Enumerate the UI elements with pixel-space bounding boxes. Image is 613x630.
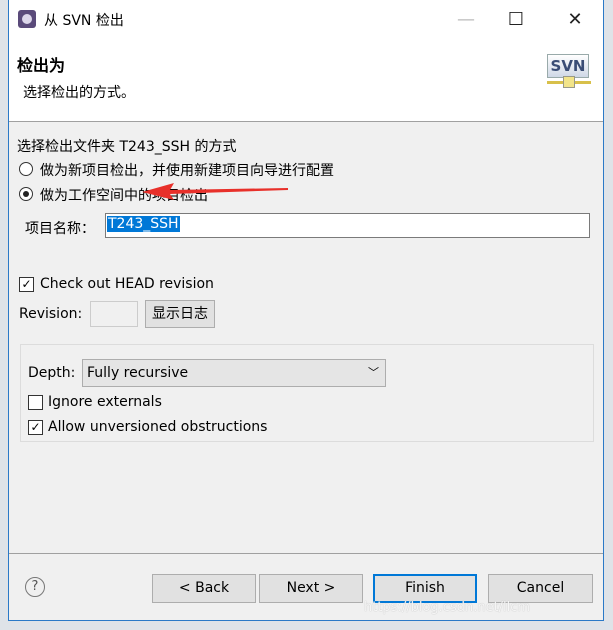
depth-select[interactable]: Fully recursive ﹀ [82, 359, 386, 387]
depth-value: Fully recursive [87, 365, 189, 381]
checkout-head-checkbox[interactable]: ✓ [19, 277, 34, 292]
project-name-label: 项目名称： [25, 221, 95, 237]
finish-button[interactable]: Finish [373, 574, 477, 603]
footer-divider [9, 553, 603, 554]
wizard-header: 检出为 选择检出的方式。 SVN [9, 40, 603, 122]
eclipse-app-icon [18, 10, 36, 28]
project-name-input[interactable]: T243_SSH [105, 213, 590, 238]
title-bar: 从 SVN 检出 — ☐ ✕ [9, 0, 603, 40]
depth-label: Depth: [28, 365, 76, 381]
checkout-prompt: 选择检出文件夹 T243_SSH 的方式 [17, 139, 237, 155]
minimize-button[interactable]: — [446, 6, 486, 34]
radio-new-project-label[interactable]: 做为新项目检出，并使用新建项目向导进行配置 [40, 160, 334, 180]
page-description: 选择检出的方式。 [23, 85, 135, 101]
red-arrow-annotation [142, 183, 288, 200]
radio-new-project[interactable] [19, 162, 33, 176]
arrow-shape [142, 183, 288, 200]
project-name-value: T243_SSH [107, 216, 180, 232]
ignore-externals-label[interactable]: Ignore externals [48, 394, 162, 410]
next-button[interactable]: Next > [259, 574, 363, 603]
revision-input[interactable] [90, 301, 138, 327]
watermark: https://blog.csdn.net/llcm [364, 600, 531, 615]
window-title: 从 SVN 检出 [44, 13, 124, 29]
maximize-button[interactable]: ☐ [496, 6, 536, 34]
svn-logo-knob [563, 76, 575, 88]
show-log-button[interactable]: 显示日志 [145, 300, 215, 328]
svn-logo-icon: SVN [547, 54, 589, 78]
page-title: 检出为 [17, 56, 66, 75]
allow-unversioned-label[interactable]: Allow unversioned obstructions [48, 419, 267, 435]
close-button[interactable]: ✕ [555, 6, 595, 34]
chevron-down-icon: ﹀ [368, 366, 379, 379]
checkout-head-label[interactable]: Check out HEAD revision [40, 276, 214, 292]
revision-label: Revision: [19, 306, 83, 322]
back-button[interactable]: < Back [152, 574, 256, 603]
ignore-externals-checkbox[interactable] [28, 395, 43, 410]
cancel-button[interactable]: Cancel [488, 574, 593, 603]
help-icon[interactable]: ? [25, 577, 45, 597]
allow-unversioned-checkbox[interactable]: ✓ [28, 420, 43, 435]
radio-workspace-project[interactable] [19, 187, 33, 201]
svn-checkout-dialog: 从 SVN 检出 — ☐ ✕ 检出为 选择检出的方式。 SVN 选择检出文件夹 … [8, 0, 604, 621]
